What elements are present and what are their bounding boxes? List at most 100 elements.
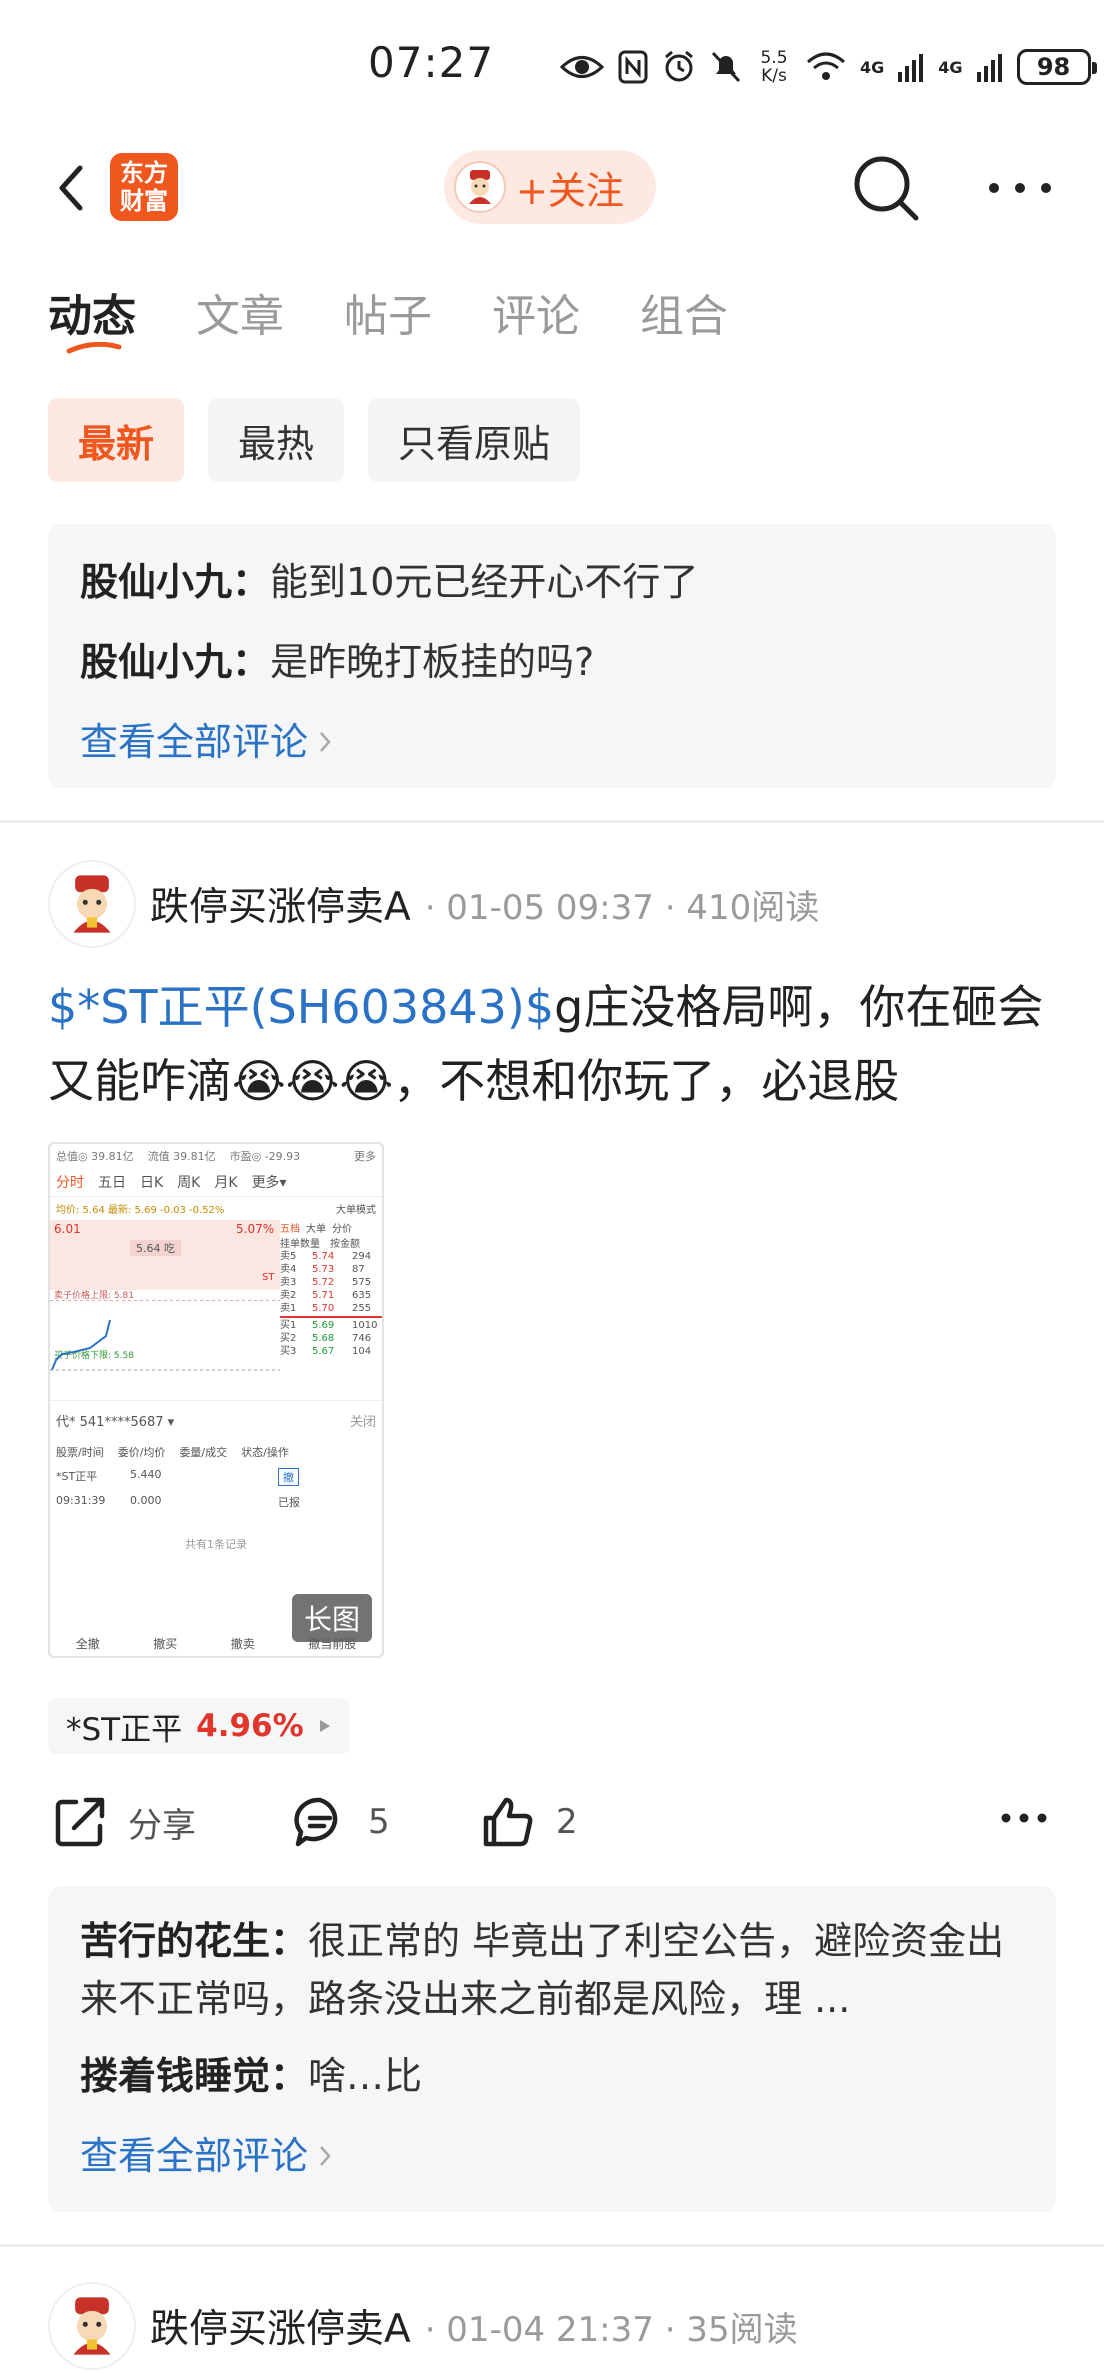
order-volume: 1010 [352,1320,378,1331]
tab-portfolio[interactable]: 组合 [640,280,728,360]
comment-user: 股仙小九： [80,560,271,604]
comment-user: 苦行的花生： [80,1919,309,1963]
stock-name: *ST正平 [66,1711,183,1748]
more-icon[interactable] [982,170,1058,206]
order-volume: 575 [352,1277,372,1288]
filter-hottest[interactable]: 最热 [208,398,345,482]
tab-comments[interactable]: 评论 [492,280,580,360]
thumb-record-row-2: 09:31:39 0.000 已报 [56,1494,300,1509]
see-all-comments-link[interactable]: 查看全部评论 [80,702,1024,782]
back-icon[interactable] [44,158,104,218]
tab-articles[interactable]: 文章 [196,280,284,360]
thumb-header-row: 总值◎ 39.81亿 流值 39.81亿 市盈◎ -29.93 更多 [56,1150,376,1163]
order-book-row: 卖1 5.70 255 [280,1302,382,1315]
comment-item: 股仙小九：能到10元已经开心不行了 [80,542,1024,622]
fortune-god-icon [73,2297,111,2355]
filter-chips: 最新 最热 只看原贴 [48,398,581,482]
comment-text: 是昨晚打板挂的吗? [270,640,595,684]
post-header: 跌停买涨停卖A · 01-04 21:37 · 35阅读 [48,2282,798,2370]
order-price: 5.72 [312,1277,335,1288]
filter-original-only[interactable]: 只看原贴 [368,398,581,482]
signal-1-label: 4G [860,57,885,77]
like-button[interactable]: 2 [480,1794,578,1850]
order-book-row: 买2 5.68 746 [280,1332,382,1345]
thumb-table-head: 股票/时间 委价/均价 委量/成交 状态/操作 [56,1446,289,1459]
thumb-total: 共有1条记录 [185,1538,247,1551]
comment-user: 搂着钱睡觉： [80,2054,309,2098]
long-image-badge: 长图 [291,1594,372,1642]
comment-preview-box[interactable]: 股仙小九：能到10元已经开心不行了 股仙小九：是昨晚打板挂的吗? 查看全部评论 [48,524,1056,788]
thumbs-up-icon [483,1797,533,1847]
follow-label: +关注 [516,168,624,213]
comment-item: 搂着钱睡觉：啥…比 [80,2036,1024,2116]
order-book-row: 卖5 5.74 294 [280,1250,382,1263]
stock-tag-link[interactable]: $*ST正平(SH603843)$ [48,980,554,1034]
share-button[interactable]: 分享 [52,1794,196,1850]
order-price: 5.74 [312,1251,335,1262]
signal-2-label: 4G [938,57,963,77]
filter-latest[interactable]: 最新 [48,398,185,482]
order-level: 卖3 [280,1277,297,1288]
see-all-comments-link[interactable]: 查看全部评论 [80,2116,1024,2196]
order-book-row: 买1 5.69 1010 [280,1319,382,1332]
thumb-line-chart [50,1300,280,1371]
order-level: 买3 [280,1346,297,1357]
order-price: 5.71 [312,1290,335,1301]
fortune-god-icon [73,875,111,933]
thumb-record-row: *ST正平 5.440 撤 [50,1464,382,1490]
author-avatar[interactable] [48,860,136,948]
order-level: 卖5 [280,1251,297,1262]
order-volume: 87 [352,1264,365,1275]
comment-preview-box[interactable]: 苦行的花生：很正常的 毕竟出了利空公告，避险资金出来不正常吗，路条没出来之前都是… [48,1886,1056,2212]
order-book-row: 卖3 5.72 575 [280,1276,382,1289]
tab-bar: 动态 文章 帖子 评论 组合 [48,280,728,360]
comment-item: 苦行的花生：很正常的 毕竟出了利空公告，避险资金出来不正常吗，路条没出来之前都是… [80,1904,1024,2036]
battery-indicator: 98 [1016,49,1097,85]
follow-button[interactable]: +关注 [444,150,656,224]
post-image-thumbnail[interactable]: 总值◎ 39.81亿 流值 39.81亿 市盈◎ -29.93 更多 分时 五日 日K 周K… [48,1142,384,1658]
divider [0,2244,1104,2247]
stock-chip[interactable]: *ST正平 4.96% [48,1698,350,1754]
order-price: 5.67 [312,1346,335,1357]
order-level: 卖2 [280,1290,297,1301]
order-volume: 255 [352,1303,372,1314]
divider [0,820,1104,823]
comment-icon [294,1797,338,1847]
comment-text: 啥…比 [308,2054,423,2098]
signal-2-icon [976,54,1002,82]
alarm-icon [665,50,693,82]
order-level: 买1 [280,1320,297,1331]
tab-dynamic[interactable]: 动态 [48,280,136,360]
thumb-order-book: 五档 大单 分价 挂单数量 按金额 卖5 5.74 294 卖4 5.73 87 卖3 5.72 57… [280,1220,382,1358]
comment-button[interactable]: 5 [292,1794,390,1850]
thumb-bids: 买1 5.69 1010 买2 5.68 746 买3 5.67 104 [280,1319,382,1358]
author-name[interactable]: 跌停买涨停卖A [150,876,411,932]
post-body[interactable]: $*ST正平(SH603843)$g庄没格局啊，你在砸会又能咋滴😭😭😭，不想和你… [48,970,1068,1118]
fortune-god-icon [469,170,491,204]
chevron-right-icon [320,2146,331,2166]
thumb-asks: 卖5 5.74 294 卖4 5.73 87 卖3 5.72 575 卖2 5.71 635 卖1 5.7… [280,1250,382,1315]
order-price: 5.69 [312,1320,335,1331]
author-avatar[interactable] [48,2282,136,2370]
mute-icon [711,51,741,83]
status-icons: 5.5 K/s 4G 4G 98 [560,42,1097,92]
stock-change: 4.96% [196,1708,304,1744]
search-icon[interactable] [848,150,924,226]
signal-1-icon [898,54,924,82]
more-options-icon[interactable] [1000,1810,1048,1826]
wifi-icon [807,52,845,80]
order-level: 买2 [280,1333,297,1344]
author-name[interactable]: 跌停买涨停卖A [150,2298,411,2354]
post-actions: 分享 5 2 [48,1782,1056,1862]
thumb-tabs: 分时 五日 日K 周K 月K 更多▾ [50,1168,382,1197]
share-icon [55,1797,105,1847]
order-book-row: 卖2 5.71 635 [280,1289,382,1302]
order-price: 5.70 [312,1303,335,1314]
status-bar: 07:27 5.5 K/s 4G 4G 98 [0,0,1104,130]
avatar [454,161,506,213]
order-book-row: 买3 5.67 104 [280,1345,382,1358]
tab-posts[interactable]: 帖子 [344,280,432,360]
order-volume: 635 [352,1290,372,1301]
eye-icon [560,56,604,78]
comment-item: 股仙小九：是昨晚打板挂的吗? [80,622,1024,702]
